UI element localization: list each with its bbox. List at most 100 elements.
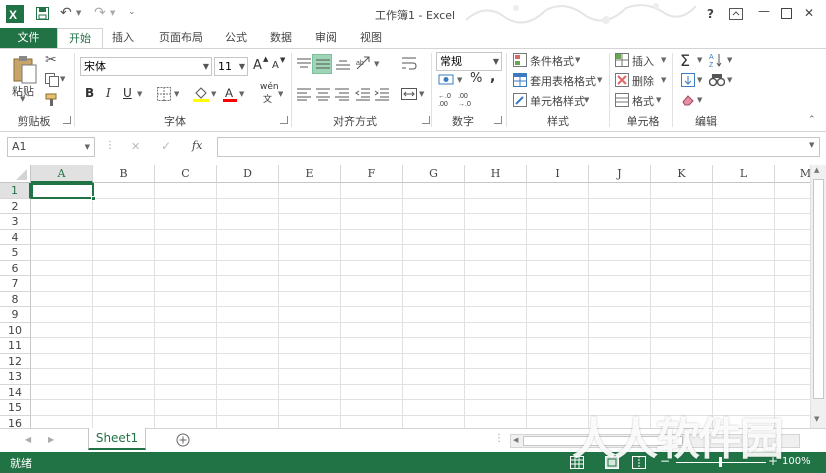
format-as-table-button[interactable]: 套用表格格式 bbox=[530, 73, 596, 89]
merge-center-icon[interactable] bbox=[401, 86, 417, 102]
column-header[interactable]: M bbox=[775, 165, 810, 183]
copy-icon[interactable] bbox=[45, 73, 59, 87]
format-as-table-icon[interactable] bbox=[513, 73, 527, 87]
orientation-dropdown-icon[interactable]: ▼ bbox=[374, 60, 379, 68]
column-header[interactable]: F bbox=[341, 165, 403, 183]
vertical-scrollbar[interactable]: ▲ ▼ bbox=[810, 165, 826, 428]
percent-style-button[interactable]: % bbox=[470, 71, 482, 86]
align-right-icon[interactable] bbox=[334, 87, 350, 101]
excel-logo-icon[interactable]: X bbox=[6, 5, 24, 23]
previous-sheet-icon[interactable]: ◀ bbox=[25, 435, 31, 444]
next-sheet-icon[interactable]: ▶ bbox=[48, 435, 54, 444]
alignment-launcher-icon[interactable] bbox=[422, 116, 430, 124]
row-header[interactable]: 9 bbox=[0, 307, 31, 323]
format-cells-button[interactable]: 格式 bbox=[632, 93, 654, 109]
delete-cells-button[interactable]: 删除 bbox=[632, 73, 654, 89]
column-header[interactable]: H bbox=[465, 165, 527, 183]
orientation-icon[interactable]: ab bbox=[355, 55, 373, 71]
number-launcher-icon[interactable] bbox=[494, 116, 502, 124]
paste-icon[interactable] bbox=[12, 55, 38, 85]
column-header[interactable]: J bbox=[589, 165, 651, 183]
accounting-format-icon[interactable] bbox=[438, 73, 456, 87]
vertical-scroll-thumb[interactable] bbox=[813, 179, 824, 399]
row-header[interactable]: 4 bbox=[0, 229, 31, 245]
tab-review[interactable]: 审阅 bbox=[308, 28, 344, 48]
collapse-ribbon-icon[interactable]: ⌃ bbox=[808, 115, 816, 125]
undo-icon[interactable]: ↶ bbox=[60, 5, 72, 21]
ribbon-display-options-icon[interactable] bbox=[729, 8, 743, 20]
borders-dropdown-icon[interactable]: ▼ bbox=[174, 90, 179, 98]
row-header[interactable]: 6 bbox=[0, 260, 31, 276]
redo-dropdown-icon[interactable]: ▼ bbox=[110, 9, 115, 17]
font-color-dropdown-icon[interactable]: ▼ bbox=[239, 90, 244, 98]
insert-cells-button[interactable]: 插入 bbox=[632, 53, 654, 69]
select-all-button[interactable] bbox=[0, 165, 31, 183]
comma-style-button[interactable]: , bbox=[490, 69, 495, 85]
underline-dropdown-icon[interactable]: ▼ bbox=[137, 90, 142, 98]
close-button[interactable]: ✕ bbox=[804, 6, 814, 20]
scroll-left-icon[interactable]: ◀ bbox=[513, 436, 518, 444]
paste-dropdown-icon[interactable]: ▼ bbox=[20, 95, 25, 103]
tab-insert[interactable]: 插入 bbox=[105, 28, 141, 48]
align-left-icon[interactable] bbox=[296, 87, 312, 101]
clear-icon[interactable] bbox=[681, 93, 695, 107]
find-select-icon[interactable] bbox=[709, 73, 725, 87]
insert-cells-icon[interactable] bbox=[615, 53, 629, 67]
tab-page-layout[interactable]: 页面布局 bbox=[151, 28, 211, 48]
align-top-icon[interactable] bbox=[296, 57, 312, 71]
increase-decimal-icon[interactable]: ←.0.00 bbox=[438, 91, 454, 107]
insert-dropdown-icon[interactable]: ▼ bbox=[661, 56, 666, 64]
column-header[interactable]: D bbox=[217, 165, 279, 183]
decrease-indent-icon[interactable] bbox=[355, 87, 371, 101]
format-painter-icon[interactable] bbox=[45, 93, 59, 107]
fill-color-dropdown-icon[interactable]: ▼ bbox=[211, 90, 216, 98]
font-name-combo[interactable]: 宋体 ▼ bbox=[80, 57, 212, 76]
name-box[interactable]: A1 ▼ bbox=[7, 137, 95, 157]
bold-button[interactable]: B bbox=[85, 86, 94, 100]
row-header[interactable]: 2 bbox=[0, 198, 31, 214]
row-header[interactable]: 12 bbox=[0, 353, 31, 369]
font-launcher-icon[interactable] bbox=[280, 116, 288, 124]
table-dropdown-icon[interactable]: ▼ bbox=[597, 76, 602, 84]
tab-file[interactable]: 文件 bbox=[0, 28, 57, 48]
cancel-entry-icon[interactable]: ✕ bbox=[131, 140, 140, 153]
minimize-button[interactable]: — bbox=[758, 4, 770, 18]
enter-entry-icon[interactable]: ✓ bbox=[161, 139, 171, 153]
merge-dropdown-icon[interactable]: ▼ bbox=[419, 90, 424, 98]
row-header[interactable]: 16 bbox=[0, 415, 31, 428]
accounting-dropdown-icon[interactable]: ▼ bbox=[457, 76, 462, 84]
tab-split-grip-icon[interactable]: ⋮ bbox=[494, 433, 504, 444]
font-color-icon[interactable]: A bbox=[223, 85, 237, 102]
underline-button[interactable]: U bbox=[123, 86, 132, 100]
find-dropdown-icon[interactable]: ▼ bbox=[727, 76, 732, 84]
maximize-button[interactable] bbox=[781, 8, 792, 19]
new-sheet-icon[interactable] bbox=[176, 433, 190, 447]
sort-dropdown-icon[interactable]: ▼ bbox=[727, 56, 732, 64]
borders-icon[interactable] bbox=[157, 87, 171, 101]
column-header[interactable]: E bbox=[279, 165, 341, 183]
undo-dropdown-icon[interactable]: ▼ bbox=[76, 9, 81, 17]
row-header[interactable]: 11 bbox=[0, 338, 31, 354]
tab-formulas[interactable]: 公式 bbox=[218, 28, 254, 48]
tab-view[interactable]: 视图 bbox=[353, 28, 389, 48]
scroll-up-icon[interactable]: ▲ bbox=[814, 166, 819, 174]
row-header[interactable]: 1 bbox=[0, 183, 31, 199]
delete-cells-icon[interactable] bbox=[615, 73, 629, 87]
align-center-icon[interactable] bbox=[315, 87, 331, 101]
fill-icon[interactable] bbox=[681, 73, 695, 87]
cell-styles-button[interactable]: 单元格样式 bbox=[530, 93, 585, 109]
cut-icon[interactable]: ✂ bbox=[45, 52, 57, 68]
copy-dropdown-icon[interactable]: ▼ bbox=[60, 75, 65, 83]
worksheet-grid[interactable]: ABCDEFGHIJKLM 1 2 3 4 5 6 7 8 9 10 11 12 13 14 15 16 bbox=[0, 165, 810, 428]
cell-styles-icon[interactable] bbox=[513, 93, 527, 107]
row-header[interactable]: 10 bbox=[0, 322, 31, 338]
sort-filter-icon[interactable]: AZ bbox=[709, 52, 725, 68]
column-header[interactable]: B bbox=[93, 165, 155, 183]
cell-styles-dropdown-icon[interactable]: ▼ bbox=[584, 96, 589, 104]
formula-bar-grip-icon[interactable]: ⋮ bbox=[105, 140, 115, 151]
column-header[interactable]: A bbox=[31, 165, 93, 183]
redo-icon[interactable]: ↷ bbox=[94, 5, 106, 21]
wrap-text-icon[interactable] bbox=[401, 55, 417, 71]
column-header[interactable]: G bbox=[403, 165, 465, 183]
decrease-decimal-icon[interactable]: .00→.0 bbox=[458, 91, 474, 107]
